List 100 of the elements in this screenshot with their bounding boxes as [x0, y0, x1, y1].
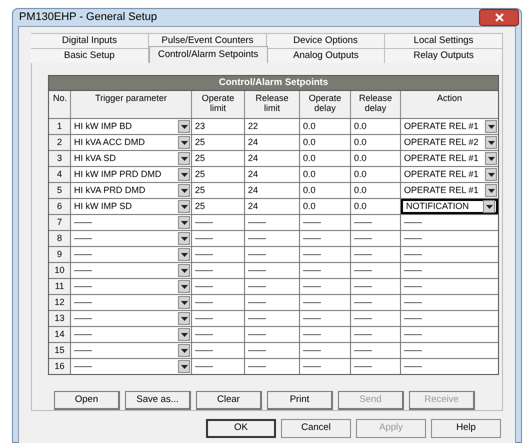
trigger-dropdown[interactable]: —— — [71, 263, 192, 278]
tab[interactable]: Relay Outputs — [385, 48, 503, 63]
table-cell[interactable]: 0.0 — [351, 135, 401, 150]
trigger-dropdown[interactable]: —— — [71, 327, 192, 342]
table-cell[interactable]: —— — [192, 247, 245, 262]
tab[interactable]: Digital Inputs — [31, 33, 149, 48]
table-cell[interactable]: —— — [351, 311, 401, 326]
table-cell[interactable]: —— — [351, 215, 401, 230]
trigger-dropdown[interactable]: HI kW IMP BD — [71, 119, 192, 134]
table-cell[interactable]: 0.0 — [351, 183, 401, 198]
table-cell[interactable]: —— — [401, 231, 498, 246]
table-cell[interactable]: —— — [401, 215, 498, 230]
table-cell[interactable]: —— — [245, 279, 300, 294]
table-cell[interactable]: 24 — [245, 151, 300, 166]
action-dropdown[interactable]: OPERATE REL #2 — [401, 135, 498, 150]
table-cell[interactable]: 25 — [192, 183, 245, 198]
table-cell[interactable]: —— — [351, 295, 401, 310]
table-cell[interactable]: —— — [192, 263, 245, 278]
trigger-dropdown[interactable]: HI kW IMP PRD DMD — [71, 167, 192, 182]
table-cell[interactable]: 24 — [245, 167, 300, 182]
trigger-dropdown[interactable]: HI kVA PRD DMD — [71, 183, 192, 198]
table-cell[interactable]: 23 — [192, 119, 245, 134]
table-cell[interactable]: 0.0 — [300, 119, 351, 134]
tab[interactable]: Device Options — [267, 33, 385, 48]
table-cell[interactable]: —— — [245, 343, 300, 358]
table-cell[interactable]: 22 — [245, 119, 300, 134]
table-cell[interactable]: 24 — [245, 183, 300, 198]
table-cell[interactable]: —— — [192, 279, 245, 294]
table-cell[interactable]: —— — [192, 215, 245, 230]
table-cell[interactable]: —— — [300, 295, 351, 310]
table-cell[interactable]: 25 — [192, 135, 245, 150]
file-button[interactable]: Save as... — [125, 391, 191, 410]
action-dropdown[interactable]: OPERATE REL #1 — [401, 119, 498, 134]
close-button[interactable] — [479, 9, 519, 26]
table-cell[interactable]: 25 — [192, 151, 245, 166]
trigger-dropdown[interactable]: HI kVA ACC DMD — [71, 135, 192, 150]
tab[interactable]: Control/Alarm Setpoints — [148, 46, 268, 63]
action-dropdown[interactable]: OPERATE REL #1 — [401, 151, 498, 166]
table-cell[interactable]: —— — [300, 343, 351, 358]
table-cell[interactable]: —— — [300, 311, 351, 326]
table-cell[interactable]: 0.0 — [351, 167, 401, 182]
file-button[interactable]: Open — [54, 391, 120, 410]
table-cell[interactable]: —— — [351, 263, 401, 278]
table-cell[interactable]: —— — [192, 343, 245, 358]
table-cell[interactable]: —— — [300, 327, 351, 342]
table-cell[interactable]: 24 — [245, 135, 300, 150]
table-cell[interactable]: —— — [300, 279, 351, 294]
table-cell[interactable]: —— — [245, 359, 300, 374]
table-cell[interactable]: —— — [401, 247, 498, 262]
table-cell[interactable]: —— — [351, 343, 401, 358]
dialog-button[interactable]: Help — [431, 419, 501, 438]
action-dropdown[interactable]: NOTIFICATION — [401, 199, 498, 214]
table-cell[interactable]: —— — [401, 343, 498, 358]
table-cell[interactable]: 25 — [192, 199, 245, 214]
tab[interactable]: Basic Setup — [31, 48, 149, 63]
table-cell[interactable]: —— — [401, 295, 498, 310]
table-cell[interactable]: —— — [401, 359, 498, 374]
table-cell[interactable]: —— — [300, 215, 351, 230]
table-cell[interactable]: —— — [245, 263, 300, 278]
trigger-dropdown[interactable]: —— — [71, 359, 192, 374]
table-cell[interactable]: —— — [300, 247, 351, 262]
table-cell[interactable]: —— — [192, 231, 245, 246]
table-cell[interactable]: —— — [351, 247, 401, 262]
table-cell[interactable]: 0.0 — [351, 119, 401, 134]
file-button[interactable]: Print — [267, 391, 333, 410]
table-cell[interactable]: —— — [401, 263, 498, 278]
action-dropdown[interactable]: OPERATE REL #1 — [401, 183, 498, 198]
file-button[interactable]: Clear — [196, 391, 262, 410]
trigger-dropdown[interactable]: HI kW IMP SD — [71, 199, 192, 214]
trigger-dropdown[interactable]: HI kVA SD — [71, 151, 192, 166]
table-cell[interactable]: —— — [192, 359, 245, 374]
table-cell[interactable]: —— — [401, 279, 498, 294]
trigger-dropdown[interactable]: —— — [71, 343, 192, 358]
table-cell[interactable]: —— — [300, 231, 351, 246]
dialog-button[interactable]: Cancel — [281, 419, 351, 438]
table-cell[interactable]: —— — [351, 231, 401, 246]
table-cell[interactable]: —— — [351, 279, 401, 294]
table-cell[interactable]: —— — [351, 327, 401, 342]
table-cell[interactable]: —— — [401, 311, 498, 326]
table-cell[interactable]: —— — [245, 327, 300, 342]
table-cell[interactable]: —— — [401, 327, 498, 342]
table-cell[interactable]: 24 — [245, 199, 300, 214]
table-cell[interactable]: 0.0 — [351, 151, 401, 166]
table-cell[interactable]: —— — [192, 311, 245, 326]
table-cell[interactable]: —— — [245, 231, 300, 246]
table-cell[interactable]: 0.0 — [300, 135, 351, 150]
table-cell[interactable]: —— — [300, 263, 351, 278]
trigger-dropdown[interactable]: —— — [71, 247, 192, 262]
tab[interactable]: Local Settings — [385, 33, 503, 48]
action-dropdown[interactable]: OPERATE REL #1 — [401, 167, 498, 182]
trigger-dropdown[interactable]: —— — [71, 295, 192, 310]
table-cell[interactable]: —— — [300, 359, 351, 374]
table-cell[interactable]: 25 — [192, 167, 245, 182]
table-cell[interactable]: —— — [245, 311, 300, 326]
trigger-dropdown[interactable]: —— — [71, 311, 192, 326]
table-cell[interactable]: 0.0 — [351, 199, 401, 214]
trigger-dropdown[interactable]: —— — [71, 215, 192, 230]
table-cell[interactable]: —— — [245, 247, 300, 262]
table-cell[interactable]: 0.0 — [300, 183, 351, 198]
table-cell[interactable]: 0.0 — [300, 199, 351, 214]
